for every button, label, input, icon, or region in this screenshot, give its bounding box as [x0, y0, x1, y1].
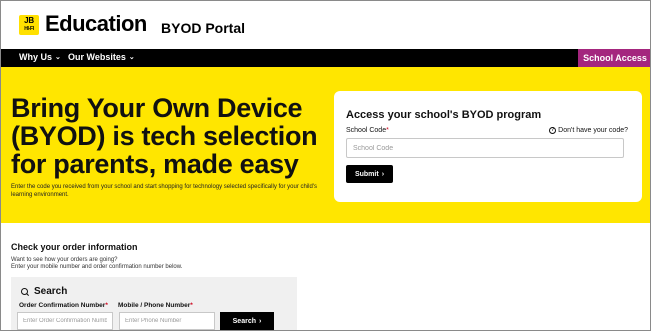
chevron-down-icon: ⌄: [128, 54, 135, 61]
portal-name: BYOD Portal: [161, 20, 246, 36]
site-header: JB HI-FI Education BYOD Portal: [1, 1, 650, 49]
logo-text-top: JB: [24, 16, 34, 25]
search-button-label: Search: [232, 317, 256, 325]
school-access-button[interactable]: School Access: [578, 49, 650, 67]
school-code-label: School Code*: [346, 127, 389, 134]
submit-label: Submit: [354, 170, 379, 178]
dont-have-code-text: Don't have your code?: [558, 127, 628, 134]
order-number-label: Order Confirmation Number*: [19, 302, 108, 309]
chevron-right-icon: ›: [259, 317, 262, 325]
logo-text-bottom: HI-FI: [24, 26, 34, 32]
required-mark: *: [190, 302, 193, 309]
main-nav: Why Us ⌄ Our Websites ⌄ School Access: [1, 49, 650, 67]
chevron-down-icon: ⌄: [55, 54, 61, 61]
jbhifi-logo[interactable]: JB HI-FI: [19, 15, 39, 35]
hero-title: Bring Your Own Device (BYOD) is tech sel…: [11, 93, 318, 179]
phone-number-label: Mobile / Phone Number*: [118, 302, 193, 309]
school-code-label-text: School Code: [346, 127, 387, 134]
card-title: Access your school's BYOD program: [346, 109, 542, 121]
phone-number-input[interactable]: [119, 312, 215, 330]
search-heading: Search: [21, 286, 67, 297]
brand-name: Education: [45, 11, 147, 36]
order-section-subtitle-2: Enter your mobile number and order confi…: [11, 264, 183, 270]
dont-have-code-link[interactable]: ? Don't have your code?: [549, 127, 628, 134]
nav-our-websites[interactable]: Our Websites ⌄: [68, 52, 135, 62]
school-access-card: Access your school's BYOD program School…: [334, 91, 642, 202]
nav-our-websites-label: Our Websites: [68, 52, 126, 62]
order-section-title: Check your order information: [11, 242, 138, 252]
search-icon: [21, 287, 29, 296]
required-mark: *: [386, 127, 389, 134]
order-search-panel: Search Order Confirmation Number* Mobile…: [11, 277, 297, 330]
phone-number-label-text: Mobile / Phone Number: [118, 302, 191, 309]
nav-why-us-label: Why Us: [19, 52, 53, 62]
submit-button[interactable]: Submit ›: [346, 165, 393, 183]
order-number-label-text: Order Confirmation Number: [19, 302, 106, 309]
order-section-subtitle-1: Want to see how your orders are going?: [11, 257, 118, 263]
order-number-input[interactable]: [17, 312, 113, 330]
search-button[interactable]: Search ›: [220, 312, 274, 330]
required-mark: *: [105, 302, 108, 309]
hero-subtitle: Enter the code you received from your sc…: [11, 184, 317, 198]
nav-why-us[interactable]: Why Us ⌄: [19, 52, 61, 62]
page-frame: JB HI-FI Education BYOD Portal Why Us ⌄ …: [0, 0, 651, 331]
search-heading-text: Search: [34, 286, 68, 297]
chevron-right-icon: ›: [381, 170, 385, 178]
question-icon: ?: [549, 127, 557, 134]
school-code-input[interactable]: [346, 138, 624, 158]
